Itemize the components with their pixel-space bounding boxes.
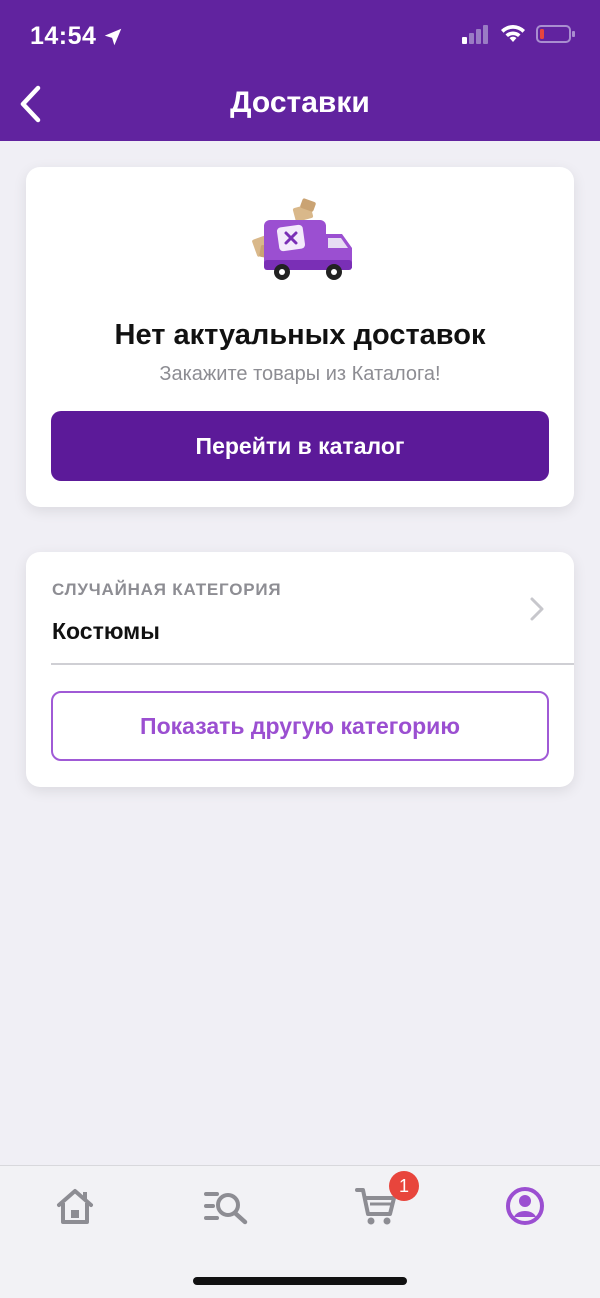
location-arrow-icon <box>105 28 122 45</box>
signal-icon <box>462 25 488 44</box>
random-category-row[interactable] <box>26 562 574 662</box>
battery-icon <box>536 25 575 43</box>
tab-home[interactable] <box>53 1184 97 1228</box>
catalog-search-icon <box>204 1192 248 1225</box>
empty-state-title: Нет актуальных доставок <box>114 319 486 351</box>
chevron-right-icon <box>530 597 544 621</box>
show-another-category-button[interactable]: Показать другую категорию <box>51 691 549 761</box>
empty-state-subtitle: Закажите товары из Каталога! <box>159 363 441 385</box>
home-indicator <box>193 1277 407 1285</box>
tab-catalog[interactable] <box>203 1184 248 1228</box>
status-indicators <box>462 24 576 44</box>
cart-badge: 1 <box>389 1171 419 1201</box>
divider <box>51 663 574 665</box>
random-category-label: СЛУЧАЙНАЯ КАТЕГОРИЯ <box>52 580 282 599</box>
go-to-catalog-button[interactable]: Перейти в каталог <box>51 411 549 481</box>
random-category-value: Костюмы <box>52 618 160 644</box>
status-time: 14:54 <box>30 22 124 51</box>
tab-profile[interactable] <box>503 1184 547 1228</box>
status-time-label: 14:54 <box>30 22 97 50</box>
delivery-truck-illustration <box>252 198 352 280</box>
home-icon <box>57 1189 93 1224</box>
profile-icon <box>506 1187 544 1225</box>
page-title: Доставки <box>230 86 370 119</box>
wifi-icon <box>501 25 525 42</box>
nav-header: 14:54 Доставки <box>0 0 600 141</box>
